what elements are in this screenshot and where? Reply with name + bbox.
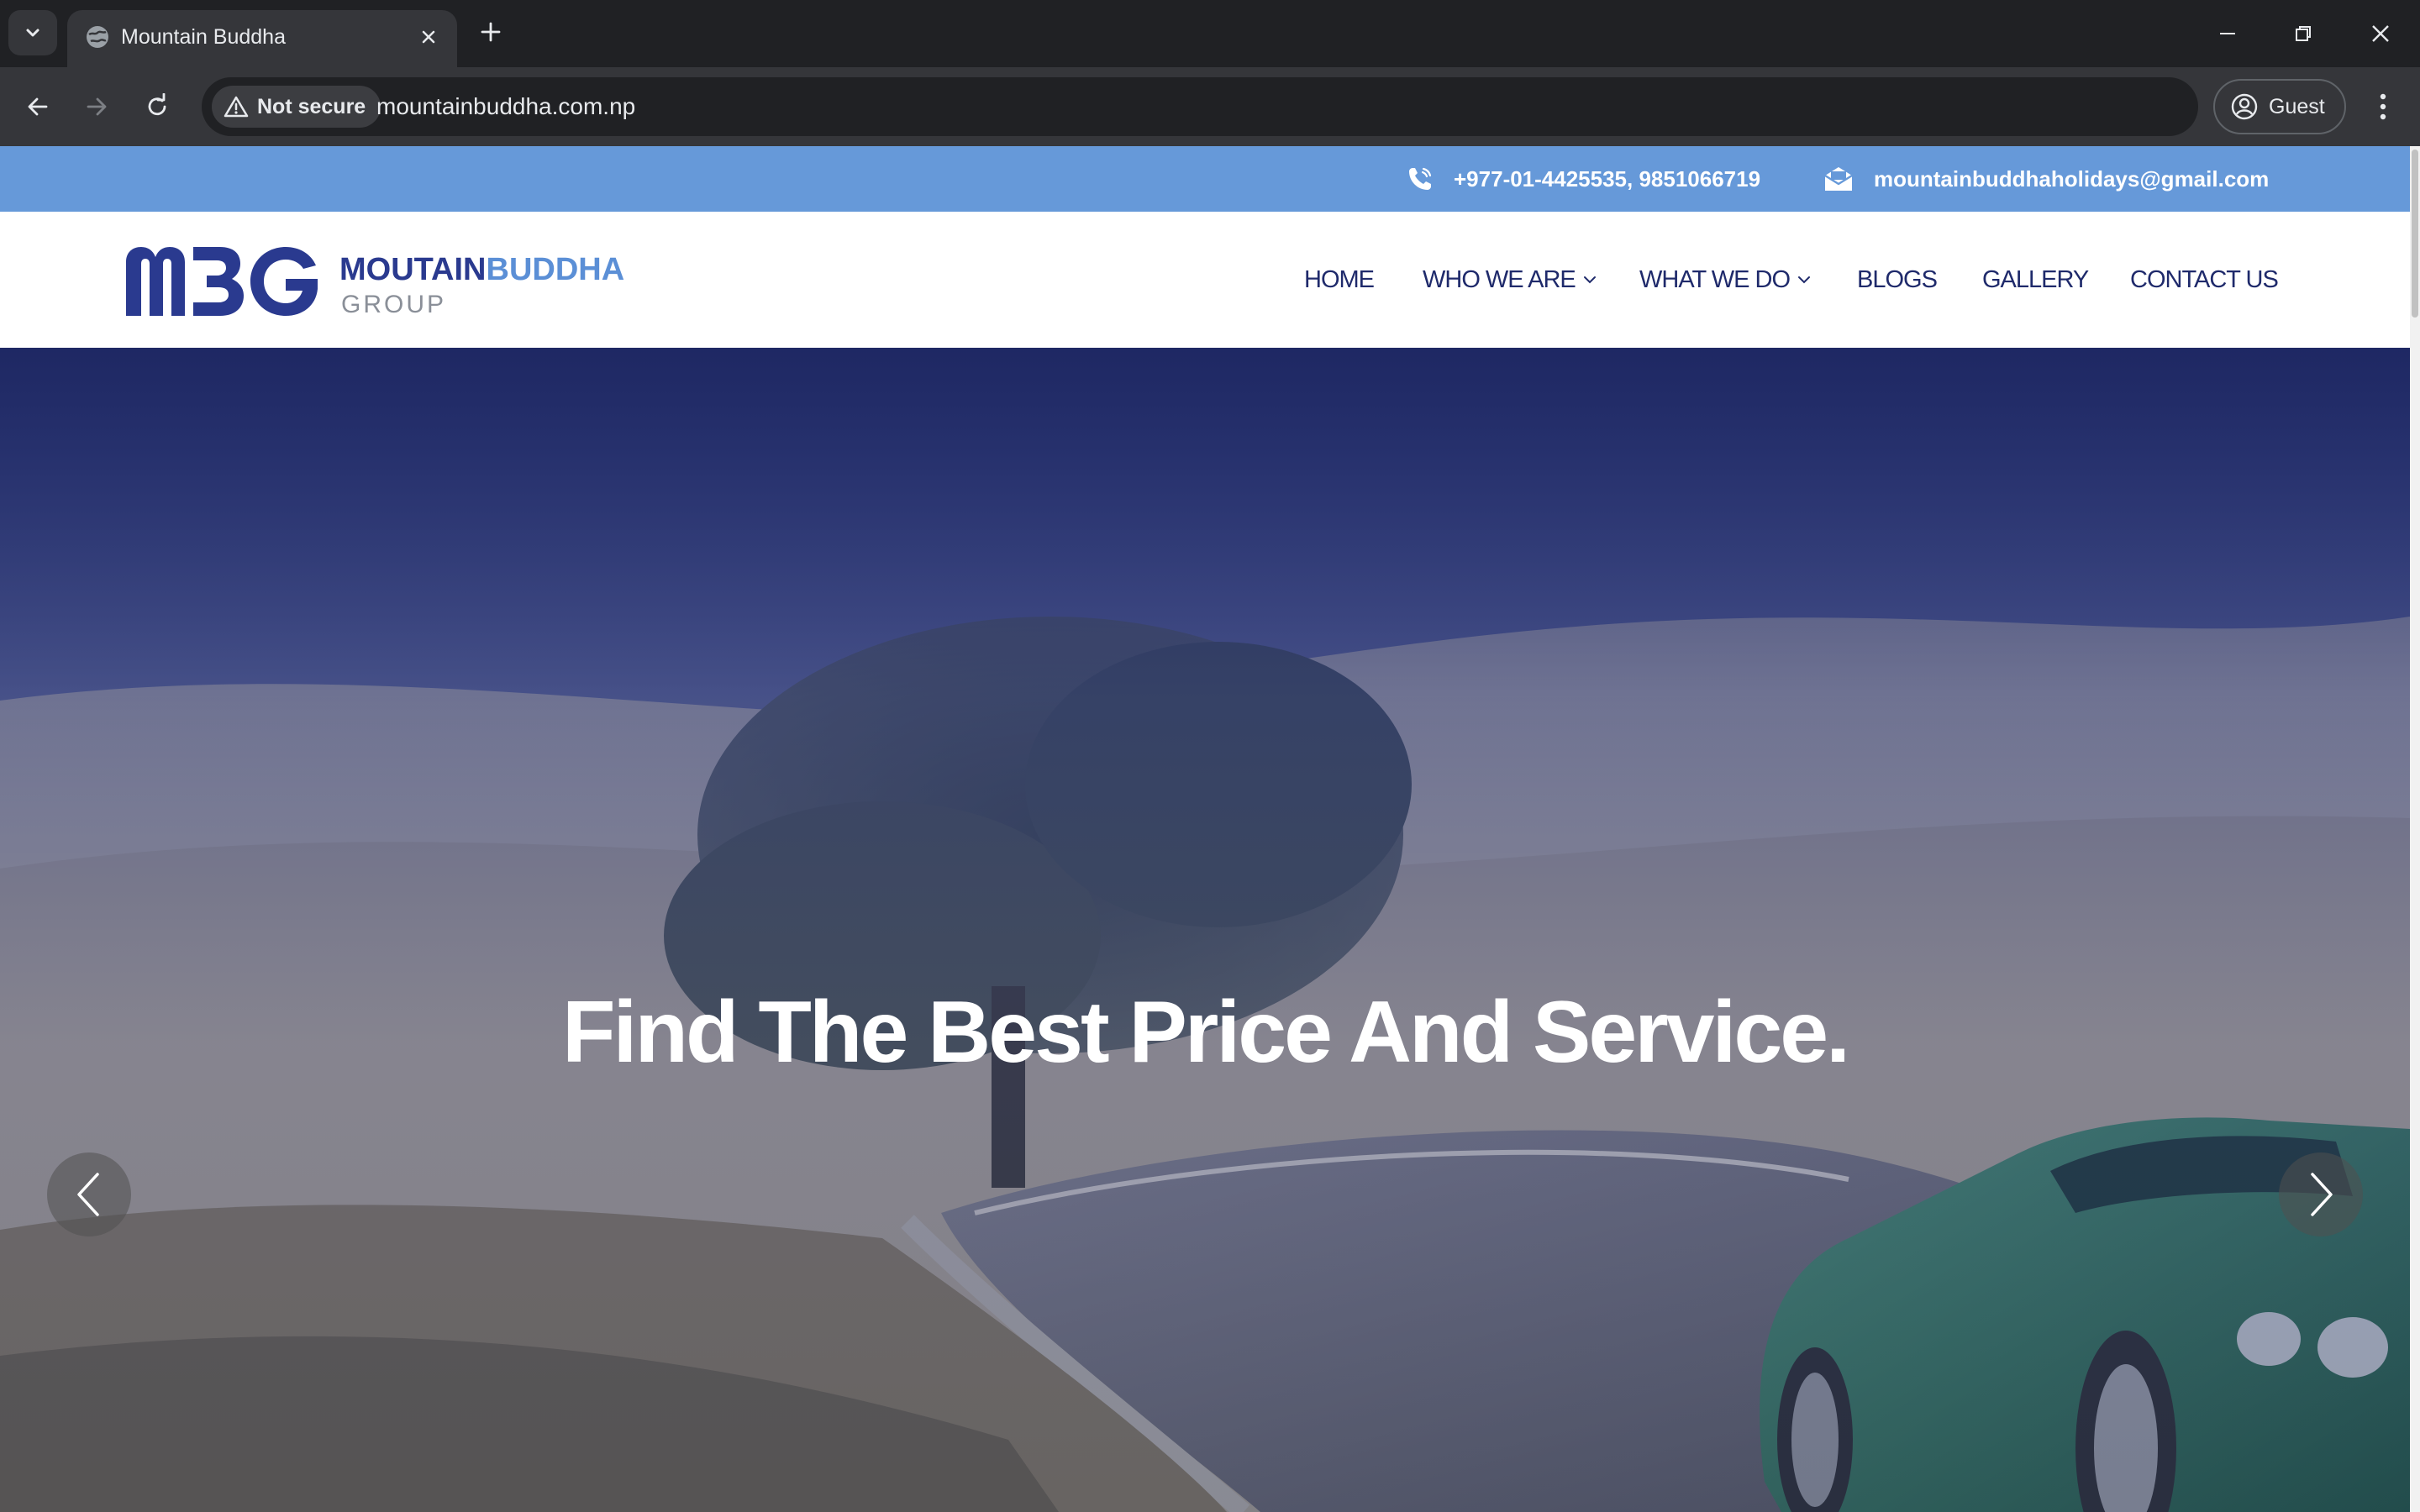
more-vertical-icon [2380, 93, 2386, 120]
logo-word-1: MOUTAIN [339, 252, 487, 287]
site-logo[interactable]: MOUTAINBUDDHA GROUP [121, 240, 676, 324]
nav-home-label: HOME [1304, 265, 1375, 293]
nav-what-we-do[interactable]: WHAT WE DO [1639, 212, 1812, 348]
browser-tab-active[interactable]: Mountain Buddha [67, 10, 457, 67]
nav-contact-us[interactable]: CONTACT US [2130, 212, 2279, 348]
close-icon [422, 30, 435, 44]
carousel-next-button[interactable] [2279, 1152, 2363, 1236]
nav-what-we-do-label: WHAT WE DO [1639, 265, 1791, 293]
warning-icon [224, 96, 249, 118]
scrollbar-thumb[interactable] [2412, 150, 2418, 318]
new-tab-button[interactable] [472, 13, 509, 50]
url-text[interactable]: mountainbuddha.com.np [376, 92, 635, 121]
reload-button[interactable] [136, 86, 178, 128]
browser-menu-button[interactable] [2365, 86, 2402, 128]
back-button[interactable] [17, 86, 59, 128]
hero-overlay [0, 348, 2410, 1512]
close-icon [2372, 25, 2389, 42]
security-label: Not secure [257, 94, 366, 118]
nav-home[interactable]: HOME [1304, 212, 1375, 348]
arrow-left-icon [28, 97, 48, 116]
tab-search-button[interactable] [8, 10, 57, 55]
browser-toolbar: Not secure mountainbuddha.com.np Guest [0, 67, 2420, 146]
nav-who-we-are-label: WHO WE ARE [1423, 265, 1576, 293]
hero-slider: Find The Best Price And Service. [0, 348, 2410, 1512]
hero-heading: Find The Best Price And Service. [562, 984, 1850, 1081]
nav-gallery[interactable]: GALLERY [1982, 212, 2089, 348]
tab-title: Mountain Buddha [121, 25, 286, 49]
security-indicator[interactable]: Not secure [212, 86, 381, 128]
nav-contact-us-label: CONTACT US [2130, 265, 2279, 293]
nav-blogs[interactable]: BLOGS [1857, 212, 1938, 348]
phone-icon [1409, 167, 1432, 190]
minimize-button[interactable] [2198, 8, 2257, 59]
restore-icon [2296, 26, 2311, 41]
chevron-down-icon [1798, 276, 1811, 284]
arrow-right-icon [87, 97, 107, 116]
forward-button[interactable] [76, 86, 118, 128]
profile-icon [2231, 93, 2258, 120]
site-header: MOUTAINBUDDHA GROUP HOME WHO WE ARE WHAT… [0, 212, 2410, 348]
nav-who-we-are[interactable]: WHO WE ARE [1423, 212, 1597, 348]
profile-label: Guest [2269, 94, 2325, 118]
page-scrollbar[interactable] [2410, 146, 2420, 1512]
nav-blogs-label: BLOGS [1857, 265, 1938, 293]
tab-close-button[interactable] [413, 22, 444, 52]
profile-button[interactable]: Guest [2213, 79, 2346, 134]
phone-text: +977-01-4425535, 9851066719 [1454, 165, 1761, 192]
email-icon [1824, 167, 1853, 191]
plus-icon [481, 22, 501, 42]
globe-icon [87, 26, 108, 48]
email-contact[interactable]: mountainbuddhaholidays@gmail.com [1822, 146, 2269, 212]
close-window-button[interactable] [2351, 8, 2410, 59]
minimize-icon [2220, 33, 2235, 34]
chevron-down-icon [26, 29, 39, 37]
reload-icon [148, 93, 166, 116]
contact-topbar: +977-01-4425535, 9851066719 mountainbudd… [0, 146, 2410, 212]
restore-button[interactable] [2274, 8, 2333, 59]
address-bar[interactable]: Not secure mountainbuddha.com.np [202, 77, 2198, 136]
phone-contact[interactable]: +977-01-4425535, 9851066719 [1405, 146, 1760, 212]
email-text: mountainbuddhaholidays@gmail.com [1874, 165, 2270, 192]
logo-word-2: BUDDHA [486, 252, 625, 287]
logo-subtitle: GROUP [341, 291, 447, 318]
nav-gallery-label: GALLERY [1982, 265, 2089, 293]
chevron-right-icon [2311, 1173, 2333, 1216]
logo-wordmark: MOUTAINBUDDHA [339, 252, 624, 288]
page-viewport: +977-01-4425535, 9851066719 mountainbudd… [0, 146, 2420, 1512]
carousel-prev-button[interactable] [47, 1152, 131, 1236]
browser-tabstrip: Mountain Buddha [0, 0, 2420, 67]
chevron-down-icon [1583, 276, 1596, 284]
chevron-left-icon [77, 1173, 99, 1216]
mbg-logo-mark [126, 247, 318, 316]
